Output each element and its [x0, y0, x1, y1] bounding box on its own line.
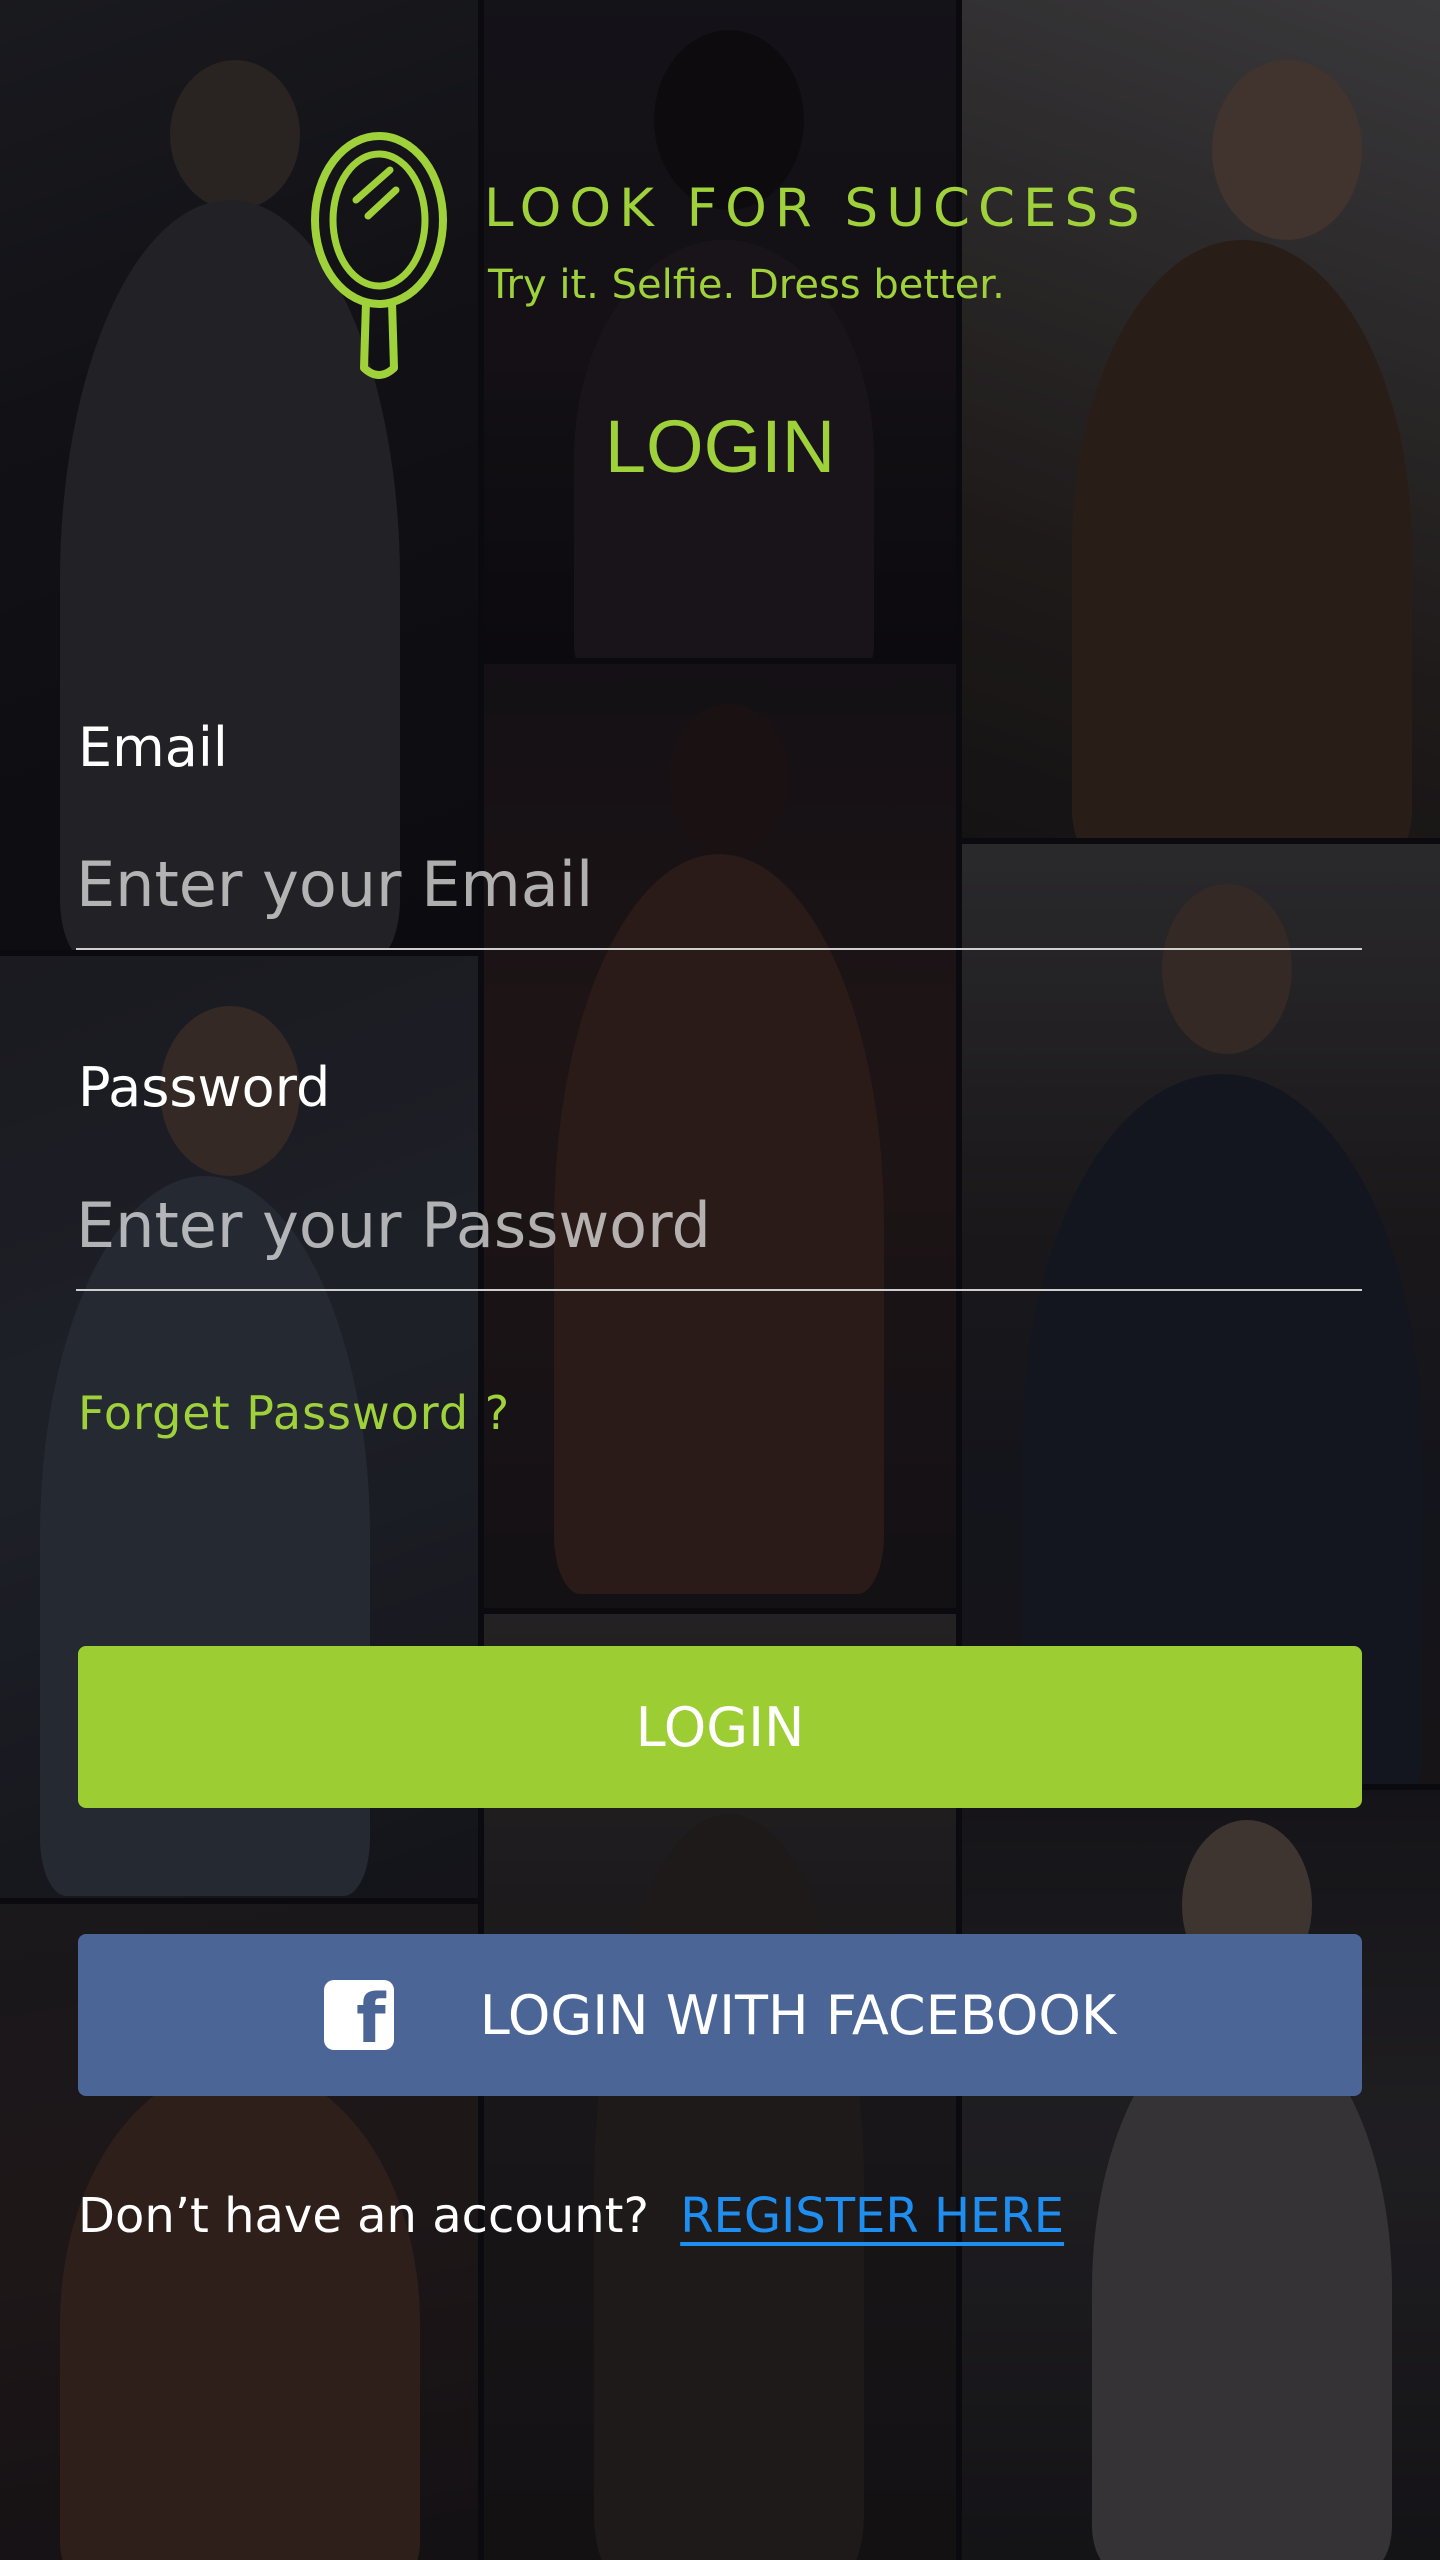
- register-question: Don’t have an account?: [78, 2188, 649, 2244]
- register-link[interactable]: REGISTER HERE: [680, 2188, 1064, 2244]
- email-field[interactable]: [76, 840, 1362, 950]
- facebook-icon: f: [323, 1980, 394, 2054]
- email-label: Email: [78, 716, 228, 779]
- page-title: LOGIN: [604, 405, 836, 488]
- register-prompt: Don’t have an account? REGISTER HERE: [78, 2188, 1064, 2244]
- forgot-password-link[interactable]: Forget Password ?: [78, 1386, 510, 1440]
- brand-tagline: Try it. Selfie. Dress better.: [488, 262, 1005, 308]
- brand-title: LOOK FOR SUCCESS: [484, 178, 1148, 239]
- facebook-login-label: LOGIN WITH FACEBOOK: [479, 1983, 1117, 2047]
- login-button-label: LOGIN: [635, 1695, 805, 1759]
- password-field[interactable]: [76, 1181, 1362, 1291]
- password-label: Password: [78, 1056, 331, 1119]
- facebook-login-button[interactable]: f LOGIN WITH FACEBOOK: [78, 1934, 1362, 2096]
- login-button[interactable]: LOGIN: [78, 1646, 1362, 1808]
- hand-mirror-icon: [311, 132, 447, 379]
